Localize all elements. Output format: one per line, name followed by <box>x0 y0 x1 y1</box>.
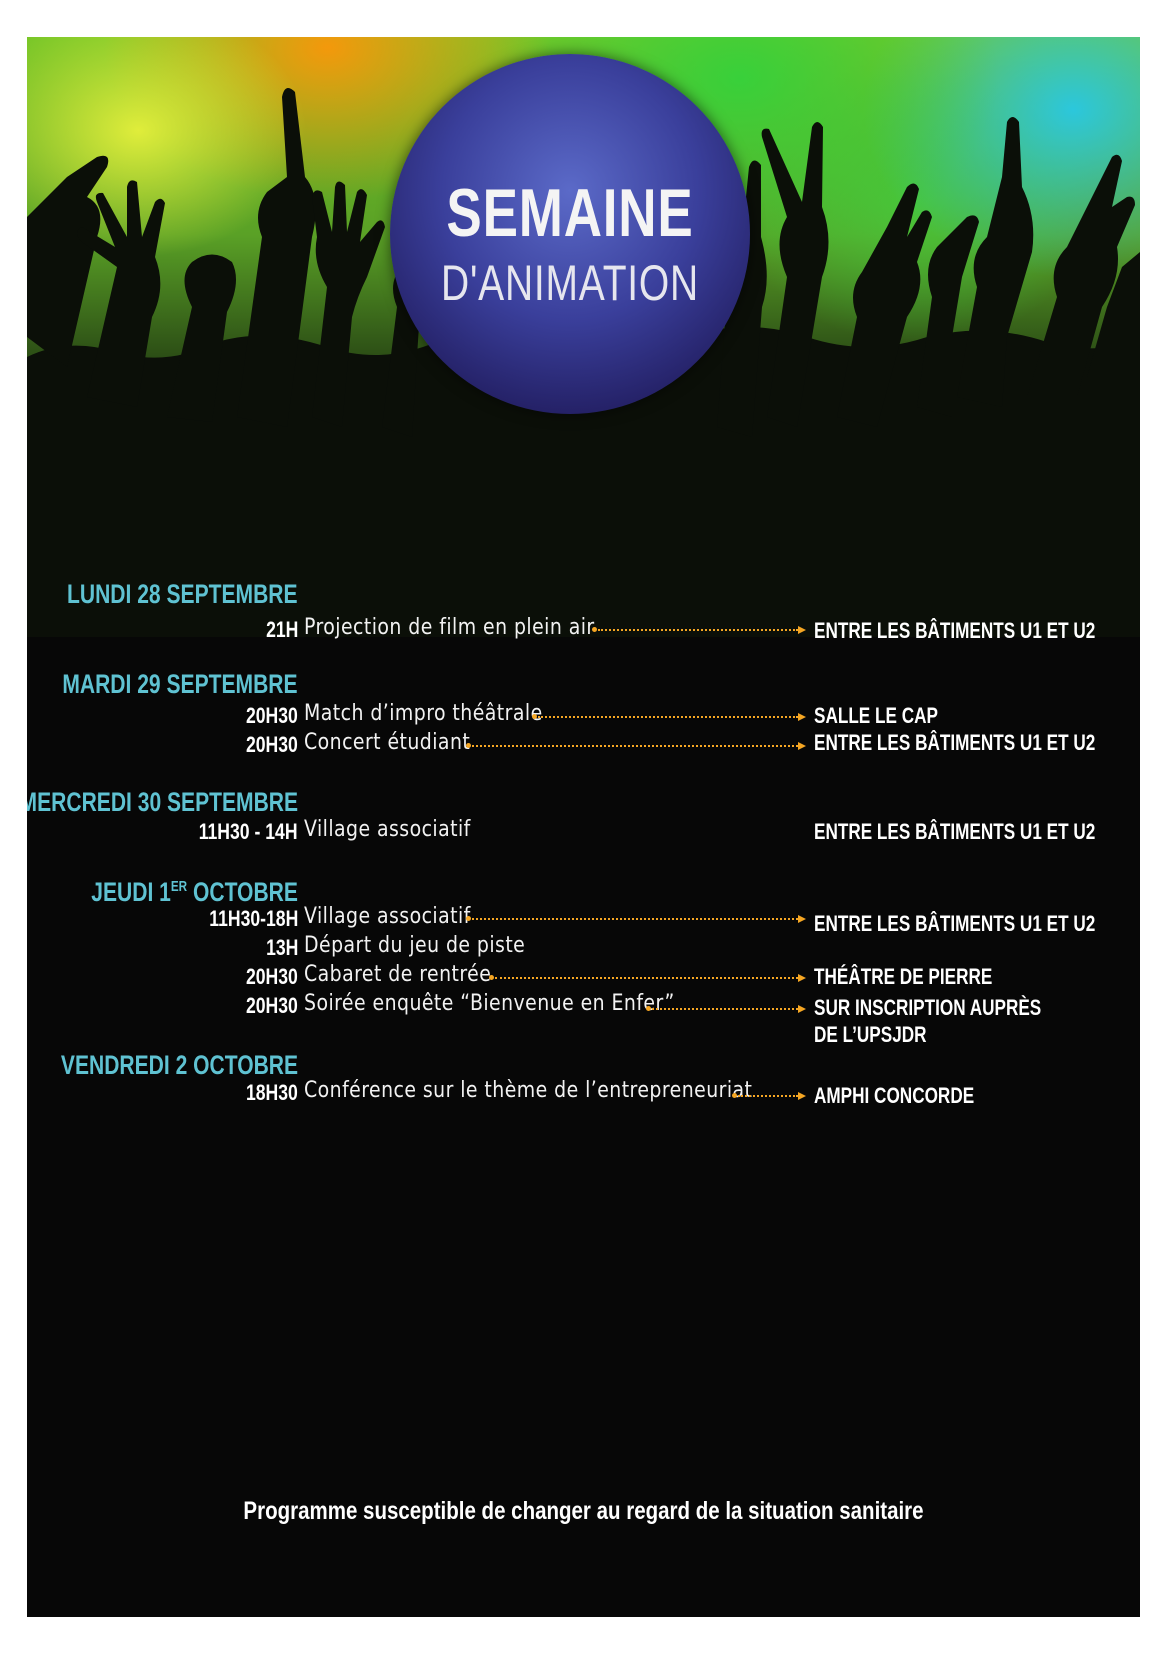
event-title: Village associatif <box>304 904 471 929</box>
event-title: Concert étudiant <box>304 730 471 755</box>
event-time: 11H30 - 14H <box>199 819 298 844</box>
event-time: 20H30 <box>246 964 298 989</box>
leader-arrow <box>592 625 806 635</box>
event-title: Soirée enquête “Bienvenue en Enfer” <box>304 991 675 1016</box>
event-time: 20H30 <box>246 703 298 728</box>
leader-arrow <box>466 741 806 751</box>
event-time: 11H30-18H <box>208 906 298 931</box>
event-location: ENTRE LES BÂTIMENTS U1 ET U2 <box>814 730 1096 755</box>
event-title: Match d’impro théâtrale <box>304 701 543 726</box>
event-location-line2: DE L’UPSJDR <box>814 1022 927 1047</box>
event-location: AMPHI CONCORDE <box>814 1083 975 1108</box>
leader-arrow <box>489 973 806 983</box>
title-badge: SEMAINE D'ANIMATION <box>390 54 750 414</box>
event-title: Village associatif <box>304 817 471 842</box>
event-time: 21H <box>265 617 298 642</box>
day-heading-monday: LUNDI 28 SEPTEMBRE <box>67 579 298 609</box>
event-title: Cabaret de rentrée <box>304 962 492 987</box>
leader-arrow <box>646 1004 806 1014</box>
day-heading-thursday: JEUDI 1ER OCTOBRE <box>91 877 298 908</box>
event-time: 20H30 <box>246 993 298 1018</box>
event-title: Projection de film en plein air <box>304 615 595 640</box>
event-time: 18H30 <box>246 1080 298 1105</box>
title-main: SEMAINE <box>446 175 694 251</box>
event-location-line1: SUR INSCRIPTION AUPRÈS <box>814 995 1042 1020</box>
leader-arrow <box>532 712 806 722</box>
day-label-suffix: OCTOBRE <box>187 877 298 907</box>
event-title: Conférence sur le thème de l’entrepreneu… <box>304 1078 753 1103</box>
day-label-prefix: JEUDI 1 <box>91 877 171 907</box>
title-subtitle: D'ANIMATION <box>441 255 699 311</box>
event-location: ENTRE LES BÂTIMENTS U1 ET U2 <box>814 618 1096 643</box>
event-location: ENTRE LES BÂTIMENTS U1 ET U2 <box>814 911 1096 936</box>
event-location: SALLE LE CAP <box>814 703 938 728</box>
day-label-superscript: ER <box>170 878 188 895</box>
footer-notice: Programme susceptible de changer au rega… <box>243 1497 924 1525</box>
event-location: ENTRE LES BÂTIMENTS U1 ET U2 <box>814 819 1096 844</box>
leader-arrow <box>466 914 806 924</box>
event-location: THÉÂTRE DE PIERRE <box>814 964 993 989</box>
day-heading-friday: VENDREDI 2 OCTOBRE <box>60 1050 298 1080</box>
day-heading-wednesday: MERCREDI 30 SEPTEMBRE <box>27 787 298 817</box>
day-heading-tuesday: MARDI 29 SEPTEMBRE <box>62 669 298 699</box>
event-title: Départ du jeu de piste <box>304 933 526 958</box>
event-time: 13H <box>265 935 298 960</box>
event-time: 20H30 <box>246 732 298 757</box>
poster: SEMAINE D'ANIMATION LUNDI 28 SEPTEMBRE 2… <box>27 37 1140 1617</box>
leader-arrow <box>732 1091 806 1101</box>
